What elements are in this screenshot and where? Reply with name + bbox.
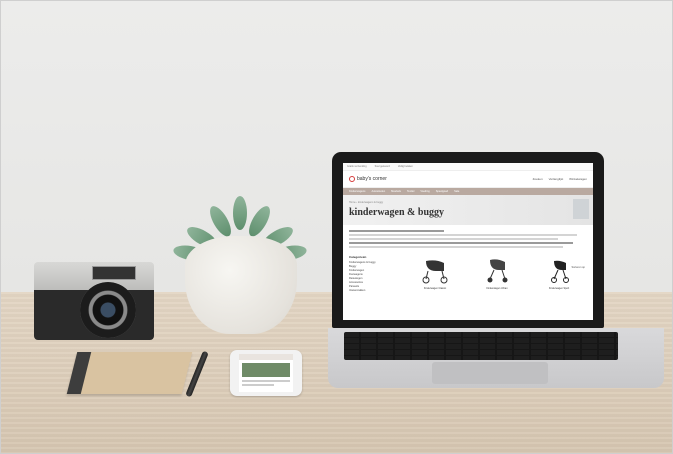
text-line: [349, 246, 564, 248]
filter-item[interactable]: Voetenzakken: [349, 289, 401, 292]
camera-viewfinder-window: [92, 266, 136, 280]
notebook: [66, 352, 193, 394]
product-card[interactable]: Kinderwagen Sport: [531, 255, 587, 293]
filter-item[interactable]: Parasols: [349, 285, 401, 288]
nav-item[interactable]: Kinderwagens: [349, 190, 365, 193]
product-name: Kinderwagen Sport: [548, 287, 570, 290]
laptop-lid: Gratis verzending Snel geleverd Veilig b…: [332, 152, 604, 328]
text-line: [349, 234, 578, 236]
phone-text-line: [242, 384, 275, 386]
laptop-keyboard: [344, 332, 618, 360]
camera-lens: [80, 282, 136, 338]
stroller-icon: [422, 260, 448, 284]
filter-sidebar: Categorieën Kinderwagens & buggy Buggy K…: [349, 255, 401, 293]
filter-item[interactable]: Reiswiegen: [349, 277, 401, 280]
smartphone: [230, 350, 302, 396]
phone-image: [242, 363, 290, 377]
white-planter: [185, 236, 297, 334]
plant-leaf: [233, 196, 247, 230]
phone-header: [239, 354, 293, 360]
nav-item[interactable]: Sale: [454, 190, 459, 193]
util-link[interactable]: Snel geleverd: [375, 165, 390, 168]
stroller-icon: [551, 260, 569, 283]
nav-item[interactable]: Voeding: [420, 190, 429, 193]
filter-item[interactable]: Kinderwagen: [349, 269, 401, 272]
cart-button[interactable]: Winkelwagen: [569, 177, 587, 181]
category-banner: Home › kinderwagens & buggy kinderwagen …: [343, 195, 593, 225]
nav-item[interactable]: Autostoelen: [371, 190, 385, 193]
site-logo[interactable]: baby's corner: [349, 176, 387, 182]
breadcrumb[interactable]: Home › kinderwagens & buggy: [349, 201, 383, 204]
banner-image: [573, 199, 589, 219]
laptop: Gratis verzending Snel geleverd Veilig b…: [328, 152, 664, 392]
nav-item[interactable]: Meubels: [391, 190, 401, 193]
text-line: [349, 238, 559, 240]
header-actions: Zoeken Verlanglijst Winkelwagen: [533, 177, 587, 181]
product-name: Kinderwagen Urban: [486, 287, 508, 290]
laptop-screen: Gratis verzending Snel geleverd Veilig b…: [343, 163, 593, 320]
main-nav: Kinderwagens Autostoelen Meubels Textiel…: [343, 188, 593, 195]
filter-item[interactable]: Buggy: [349, 265, 401, 268]
text-line: [349, 230, 445, 232]
logo-text: baby's corner: [357, 176, 387, 182]
logo-icon: [349, 176, 355, 182]
product-card[interactable]: Kinderwagen Classic: [407, 255, 463, 293]
text-line: [349, 242, 573, 244]
vintage-camera: [34, 262, 154, 340]
phone-text-line: [242, 380, 290, 382]
filter-heading: Categorieën: [349, 255, 367, 259]
search-button[interactable]: Zoeken: [533, 177, 543, 181]
nav-item[interactable]: Speelgoed: [436, 190, 448, 193]
phone-screen: [239, 354, 293, 392]
site-header: baby's corner Zoeken Verlanglijst Winkel…: [343, 171, 593, 188]
stroller-icon: [487, 259, 508, 283]
filter-item[interactable]: Duowagens: [349, 273, 401, 276]
filter-item[interactable]: Kinderwagens & buggy: [349, 261, 401, 264]
utility-bar: Gratis verzending Snel geleverd Veilig b…: [343, 163, 593, 171]
util-link[interactable]: Gratis verzending: [347, 165, 367, 168]
laptop-base: [328, 328, 664, 388]
util-link[interactable]: Veilig betalen: [398, 165, 413, 168]
filter-item[interactable]: Accessoires: [349, 281, 401, 284]
product-scene: Gratis verzending Snel geleverd Veilig b…: [0, 0, 673, 454]
product-card[interactable]: Kinderwagen Urban: [469, 255, 525, 293]
intro-text: [343, 225, 593, 253]
laptop-trackpad: [432, 362, 548, 384]
listing: Categorieën Kinderwagens & buggy Buggy K…: [343, 253, 593, 295]
wishlist-button[interactable]: Verlanglijst: [549, 177, 564, 181]
product-grid: Kinderwagen Classic Kinderwagen Urban Ki…: [407, 255, 587, 293]
page-title: kinderwagen & buggy: [349, 207, 445, 218]
product-name: Kinderwagen Classic: [423, 287, 447, 290]
nav-item[interactable]: Textiel: [407, 190, 414, 193]
